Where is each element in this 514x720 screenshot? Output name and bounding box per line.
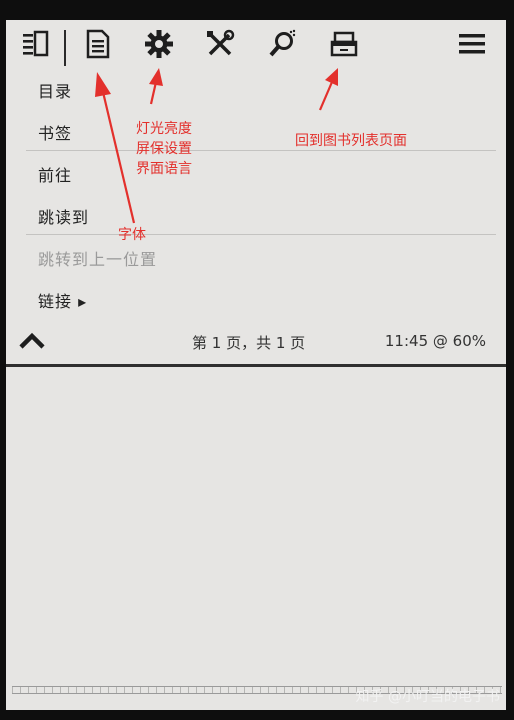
annotation-font: 字体: [118, 227, 146, 243]
annotation-back-to-library: 回到图书列表页面: [295, 133, 407, 149]
annotation-settings-3: 界面语言: [136, 161, 192, 177]
annotation-settings-1: 灯光亮度: [136, 121, 192, 137]
annotation-settings-2: 屏保设置: [136, 141, 192, 157]
watermark: 知乎 @小叮当的电子书: [355, 689, 500, 705]
annotation-arrows: [95, 68, 338, 224]
